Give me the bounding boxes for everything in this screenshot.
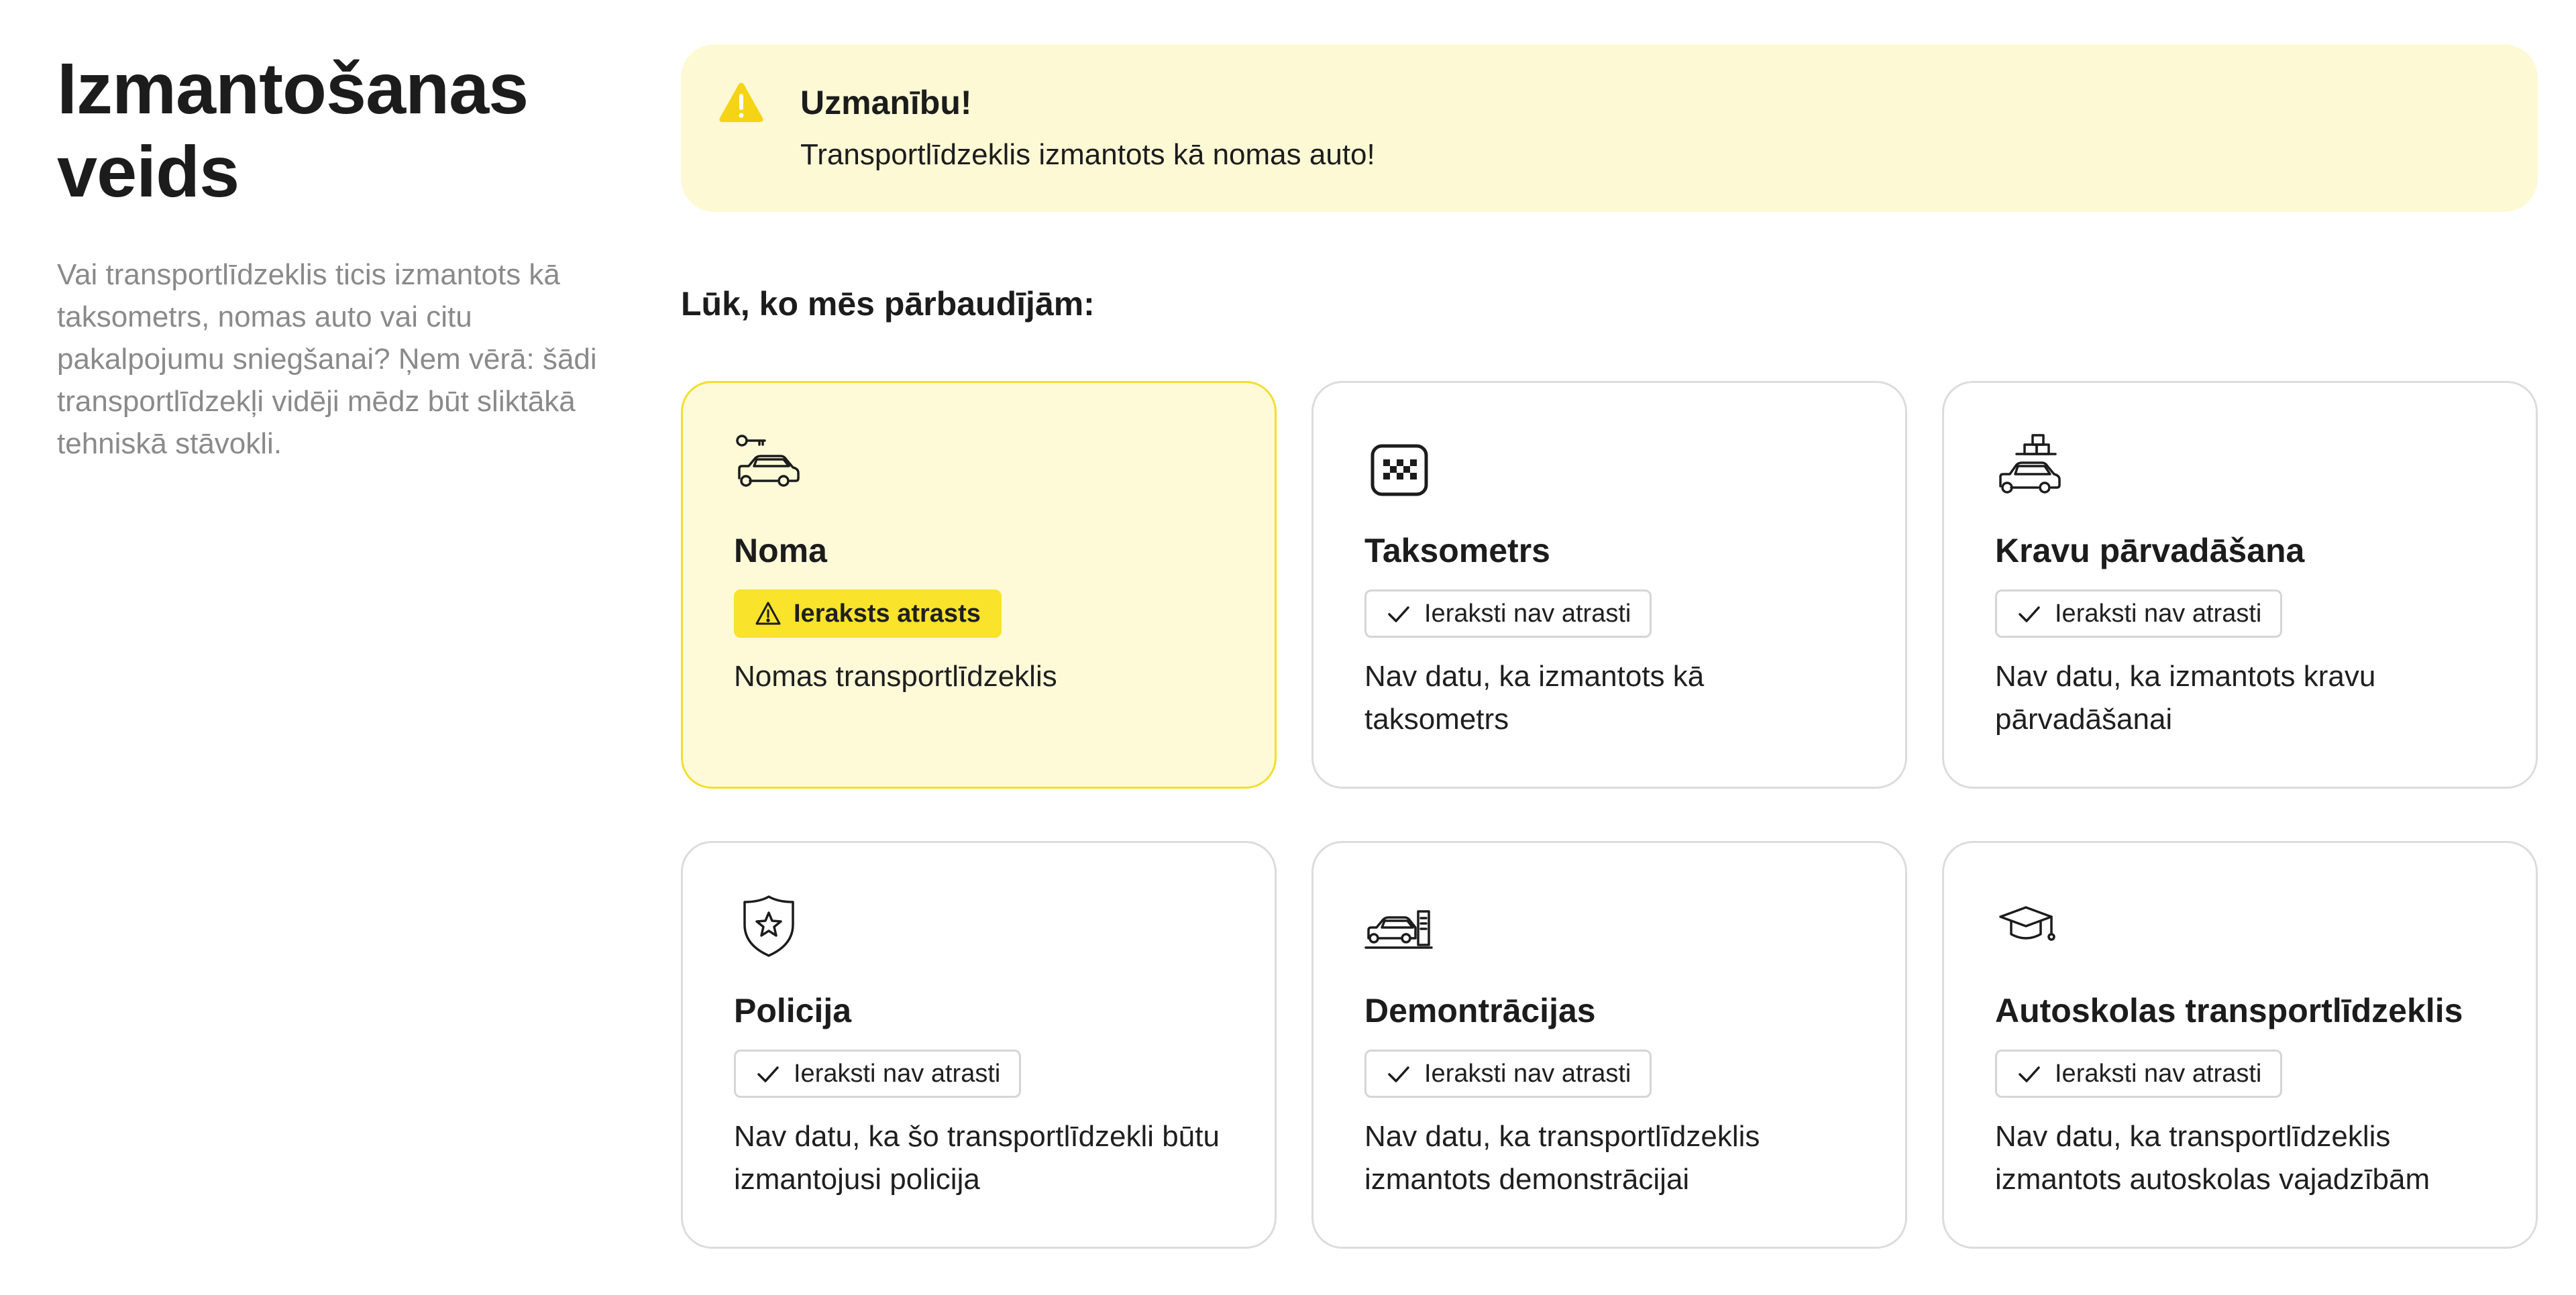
- alert-text: Transportlīdzeklis izmantots kā nomas au…: [800, 138, 1375, 171]
- main-content: Uzmanību! Transportlīdzeklis izmantots k…: [681, 44, 2538, 1249]
- usage-card-demonstration: Demontrācijas Ieraksti nav atrasti Nav d…: [1311, 841, 1907, 1249]
- police-shield-icon: [734, 891, 804, 961]
- showroom-car-icon: [1364, 891, 1434, 961]
- status-text: Ieraksti nav atrasti: [1424, 599, 1631, 628]
- card-description: Nav datu, ka izmantots kā taksometrs: [1364, 660, 1705, 736]
- check-icon: [1388, 1066, 1409, 1082]
- status-badge: Ieraksts atrasts: [734, 589, 1002, 638]
- taxi-sign-icon: [1364, 431, 1434, 501]
- usage-card-cargo: Kravu pārvadāšana Ieraksti nav atrasti N…: [1942, 381, 2538, 789]
- status-badge: Ieraksti nav atrasti: [1364, 1050, 1652, 1098]
- check-icon: [1388, 606, 1409, 622]
- status-badge: Ieraksti nav atrasti: [1995, 1050, 2283, 1098]
- status-text: Ieraksti nav atrasti: [2055, 1059, 2262, 1088]
- status-badge: Ieraksti nav atrasti: [1995, 589, 2283, 638]
- check-icon: [2019, 606, 2040, 622]
- usage-cards-grid: Noma Ieraksts atrasts Nomas transportlīd…: [681, 381, 2538, 1249]
- card-title: Demontrācijas: [1364, 992, 1596, 1029]
- warning-icon: [755, 602, 781, 625]
- check-icon: [757, 1066, 779, 1082]
- card-description: Nav datu, ka šo transportlīdzekli būtu i…: [734, 1120, 1220, 1196]
- page-description: Vai transportlīdzeklis ticis izmantots k…: [57, 258, 597, 460]
- status-text: Ieraksts atrasts: [794, 599, 981, 628]
- card-title: Policija: [734, 992, 852, 1029]
- card-title: Kravu pārvadāšana: [1995, 532, 2305, 569]
- check-icon: [2019, 1066, 2040, 1082]
- usage-card-taxi: Taksometrs Ieraksti nav atrasti Nav datu…: [1311, 381, 1907, 789]
- status-text: Ieraksti nav atrasti: [2055, 599, 2262, 628]
- warning-alert: Uzmanību! Transportlīdzeklis izmantots k…: [681, 44, 2538, 212]
- card-description: Nomas transportlīdzeklis: [734, 660, 1057, 693]
- status-text: Ieraksti nav atrasti: [794, 1059, 1001, 1088]
- card-title: Noma: [734, 532, 827, 569]
- card-description: Nav datu, ka transportlīdzeklis izmantot…: [1995, 1120, 2430, 1196]
- usage-card-rental: Noma Ieraksts atrasts Nomas transportlīd…: [681, 381, 1277, 789]
- usage-card-police: Policija Ieraksti nav atrasti Nav datu, …: [681, 841, 1277, 1249]
- section-heading: Lūk, ko mēs pārbaudījām:: [681, 285, 1095, 323]
- usage-card-driving-school: Autoskolas transportlīdzeklis Ieraksti n…: [1942, 841, 2538, 1249]
- status-text: Ieraksti nav atrasti: [1424, 1059, 1631, 1088]
- graduation-cap-icon: [1995, 891, 2065, 961]
- warning-icon: [718, 82, 764, 123]
- card-description: Nav datu, ka transportlīdzeklis izmantot…: [1364, 1120, 1760, 1196]
- page-title: Izmantošanas veids: [57, 48, 529, 212]
- card-description: Nav datu, ka izmantots kravu pārvadāšana…: [1995, 660, 2376, 736]
- alert-title: Uzmanību!: [800, 84, 972, 121]
- intro-section: Izmantošanas veids Vai transportlīdzekli…: [57, 47, 607, 465]
- card-title: Autoskolas transportlīdzeklis: [1995, 992, 2463, 1029]
- card-title: Taksometrs: [1364, 532, 1550, 569]
- status-badge: Ieraksti nav atrasti: [734, 1050, 1022, 1098]
- rental-car-key-icon: [734, 431, 804, 501]
- status-badge: Ieraksti nav atrasti: [1364, 589, 1652, 638]
- cargo-car-icon: [1995, 431, 2065, 501]
